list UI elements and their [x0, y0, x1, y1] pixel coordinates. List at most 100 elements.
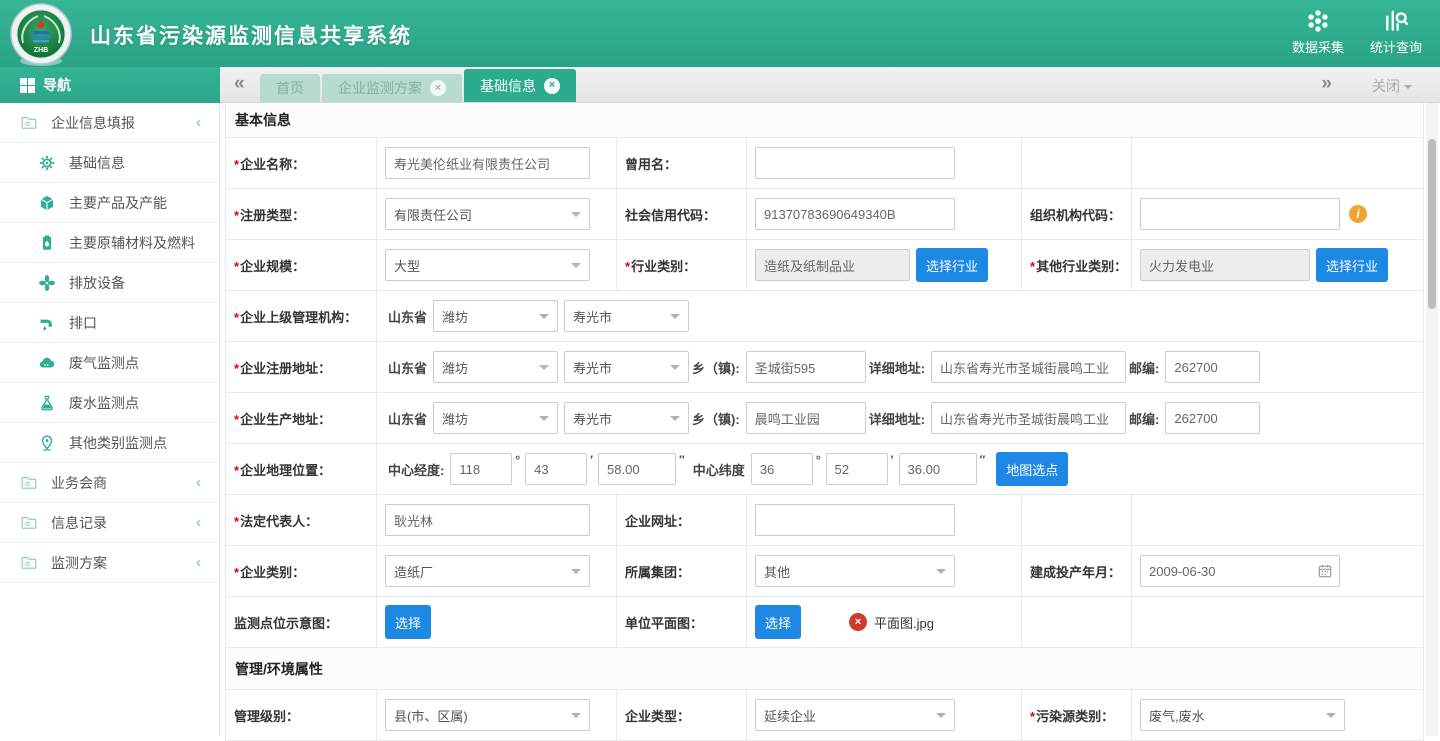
- longitude-deg-input[interactable]: [450, 453, 512, 485]
- latitude-min-input[interactable]: [826, 453, 888, 485]
- sidebar-group-info-record[interactable]: 信息记录 ‹: [0, 503, 219, 543]
- calendar-icon[interactable]: [1317, 563, 1333, 579]
- credit-code-input[interactable]: [755, 198, 955, 230]
- bar-chart-search-icon: [1383, 8, 1409, 34]
- sidebar-group-enterprise-info[interactable]: 企业信息填报 ‹: [0, 103, 219, 143]
- sidebar-item-gas-monitor[interactable]: 废气监测点: [0, 343, 219, 383]
- parent-org-city-select[interactable]: 潍坊: [433, 300, 558, 332]
- section-basic-info: 基本信息: [226, 103, 1423, 138]
- app-logo: ZHB: [8, 2, 74, 68]
- former-name-input[interactable]: [755, 147, 955, 179]
- chevron-left-icon: ‹: [196, 474, 201, 491]
- register-type-label: *注册类型：: [234, 205, 305, 224]
- org-code-label: 组织机构代码：: [1030, 205, 1121, 224]
- org-code-input[interactable]: [1140, 198, 1340, 230]
- tab-strip: « 首页 企业监测方案 × 基础信息 × » 关闭: [220, 67, 1440, 103]
- stats-query-button[interactable]: 统计查询: [1370, 8, 1422, 56]
- plan-file-name[interactable]: 平面图.jpg: [874, 613, 934, 632]
- select-plan-button[interactable]: 选择: [755, 605, 801, 639]
- website-label: 企业网址：: [625, 511, 690, 530]
- longitude-sec-input[interactable]: [598, 453, 676, 485]
- latitude-sec-input[interactable]: [899, 453, 977, 485]
- svg-text:ZHB: ZHB: [34, 47, 48, 54]
- produce-detail-input[interactable]: [931, 402, 1126, 434]
- fan-icon: [38, 274, 56, 292]
- production-date-input[interactable]: [1140, 555, 1340, 587]
- scrollbar-thumb[interactable]: [1428, 139, 1436, 309]
- sidebar-group-monitor-plan[interactable]: 监测方案 ‹: [0, 543, 219, 583]
- longitude-min-input[interactable]: [525, 453, 587, 485]
- select-industry-button[interactable]: 选择行业: [916, 248, 988, 282]
- register-city-select[interactable]: 潍坊: [433, 351, 558, 383]
- enterprise-type-select[interactable]: 延续企业: [755, 699, 955, 731]
- produce-town-input[interactable]: [746, 402, 866, 434]
- group-select[interactable]: 其他: [755, 555, 955, 587]
- sidebar-item-other-monitor[interactable]: 其他类别监测点: [0, 423, 219, 463]
- pollution-category-select[interactable]: 废气,废水: [1140, 699, 1345, 731]
- register-type-select[interactable]: 有限责任公司: [385, 198, 590, 230]
- sidebar-item-materials[interactable]: 主要原辅材料及燃料: [0, 223, 219, 263]
- data-collect-button[interactable]: 数据采集: [1292, 8, 1344, 56]
- close-icon[interactable]: ×: [544, 78, 560, 94]
- map-pick-button[interactable]: 地图选点: [996, 452, 1068, 486]
- register-detail-input[interactable]: [931, 351, 1126, 383]
- register-county-select[interactable]: 寿光市: [564, 351, 689, 383]
- latitude-deg-input[interactable]: [751, 453, 813, 485]
- second-unit: ″: [980, 453, 986, 467]
- tabs-scroll-right-icon[interactable]: »: [1321, 73, 1332, 95]
- register-address-label: *企业注册地址：: [234, 358, 331, 377]
- tab-basic-info[interactable]: 基础信息 ×: [464, 69, 576, 102]
- degree-unit: °: [515, 453, 520, 467]
- parent-org-county-select[interactable]: 寿光市: [564, 300, 689, 332]
- register-town-input[interactable]: [746, 351, 866, 383]
- row-company-scale: *企业规模： 大型 *行业类别： 选择行业 *其他行业类别： 选择行业: [226, 240, 1423, 291]
- zhb-logo-icon: ZHB: [8, 2, 74, 68]
- close-icon[interactable]: ×: [430, 80, 446, 96]
- sidebar-item-basic-info[interactable]: 基础信息: [0, 143, 219, 183]
- produce-city-select[interactable]: 潍坊: [433, 402, 558, 434]
- monitor-sketch-label: 监测点位示意图：: [234, 613, 338, 632]
- minute-unit: ′: [590, 453, 593, 467]
- group-label: 所属集团：: [625, 562, 690, 581]
- produce-county-select[interactable]: 寿光市: [564, 402, 689, 434]
- cube-icon: [38, 194, 56, 212]
- sidebar-item-water-monitor[interactable]: 废水监测点: [0, 383, 219, 423]
- close-tabs-menu[interactable]: 关闭: [1372, 76, 1412, 96]
- sidebar-group-business-consult[interactable]: 业务会商 ‹: [0, 463, 219, 503]
- company-scale-label: *企业规模：: [234, 256, 305, 275]
- page-title: 山东省污染源监测信息共享系统: [90, 20, 412, 50]
- basic-info-form: 基本信息 *企业名称： 曾用名： *注册类型： 有限责任公司 社会信用代码： 组…: [225, 103, 1424, 741]
- legal-person-input[interactable]: [385, 504, 590, 536]
- tab-home[interactable]: 首页: [260, 74, 320, 102]
- row-geo-location: *企业地理位置： 中心经度: ° ′ ″ 中心纬度 ° ′ ″ 地图选点: [226, 444, 1423, 495]
- tabs-scroll-left-icon[interactable]: «: [234, 73, 245, 95]
- website-input[interactable]: [755, 504, 955, 536]
- vertical-scrollbar[interactable]: [1426, 103, 1438, 736]
- company-category-select[interactable]: 造纸厂: [385, 555, 590, 587]
- sidebar-item-emission-equipment[interactable]: 排放设备: [0, 263, 219, 303]
- info-icon[interactable]: i: [1349, 205, 1367, 223]
- delete-file-icon[interactable]: ×: [849, 613, 867, 631]
- produce-zip-input[interactable]: [1165, 402, 1260, 434]
- former-name-label: 曾用名：: [625, 154, 677, 173]
- dots-cluster-icon: [1305, 8, 1331, 34]
- app-header: ZHB 山东省污染源监测信息共享系统 数据采集 统计查询: [0, 0, 1440, 67]
- row-company-name: *企业名称： 曾用名：: [226, 138, 1423, 189]
- manage-level-select[interactable]: 县(市、区属): [385, 699, 590, 731]
- industry-input[interactable]: [755, 249, 910, 281]
- zip-label: 邮编:: [1129, 409, 1159, 428]
- tab-enterprise-monitor-plan[interactable]: 企业监测方案 ×: [322, 74, 462, 102]
- cloud-icon: [38, 354, 56, 372]
- company-name-input[interactable]: [385, 147, 590, 179]
- select-other-industry-button[interactable]: 选择行业: [1316, 248, 1388, 282]
- company-category-label: *企业类别：: [234, 562, 305, 581]
- register-zip-input[interactable]: [1165, 351, 1260, 383]
- company-scale-select[interactable]: 大型: [385, 249, 590, 281]
- chevron-left-icon: ‹: [196, 554, 201, 571]
- fuel-icon: [38, 234, 56, 252]
- province-label: 山东省: [388, 409, 427, 428]
- select-sketch-button[interactable]: 选择: [385, 605, 431, 639]
- sidebar-item-products[interactable]: 主要产品及产能: [0, 183, 219, 223]
- sidebar-item-outlet[interactable]: 排口: [0, 303, 219, 343]
- other-industry-input[interactable]: [1140, 249, 1310, 281]
